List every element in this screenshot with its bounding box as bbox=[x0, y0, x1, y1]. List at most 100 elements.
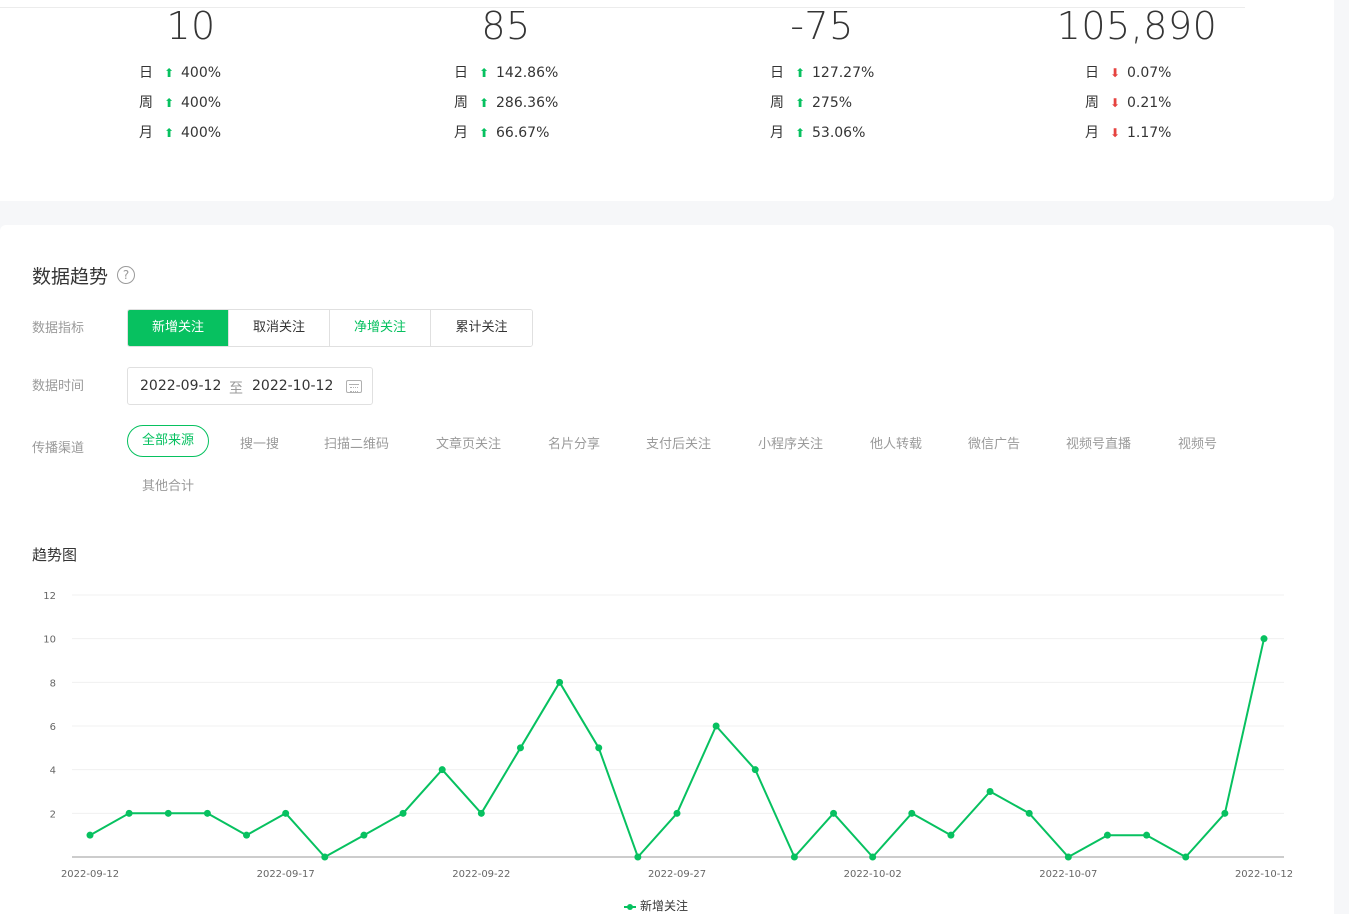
stat-change-row: 月 ⬆ 400% bbox=[139, 122, 221, 144]
calendar-icon[interactable] bbox=[346, 380, 362, 393]
data-point bbox=[869, 853, 877, 861]
data-point bbox=[947, 831, 955, 839]
data-point bbox=[321, 853, 329, 861]
x-tick-label: 2022-09-22 bbox=[452, 869, 510, 880]
data-point bbox=[516, 744, 524, 752]
period-label: 日 bbox=[454, 65, 468, 81]
arrow-down-icon: ⬇ bbox=[1109, 126, 1121, 140]
data-point bbox=[164, 809, 172, 817]
chart-legend[interactable]: 新增关注 bbox=[624, 897, 688, 914]
arrow-up-icon: ⬆ bbox=[794, 96, 806, 110]
stat-change-row: 日 ⬇ 0.07% bbox=[1085, 62, 1171, 84]
data-point bbox=[595, 744, 603, 752]
data-point bbox=[830, 809, 838, 817]
overview-card: 10 日 ⬆ 400% 周 ⬆ 400% 月 ⬆ 400% 85 日 ⬆ 142.86% 周 ⬆ 286.36%… bbox=[0, 0, 1334, 201]
channel-mini-program[interactable]: 小程序关注 bbox=[758, 433, 823, 452]
y-tick-label: 6 bbox=[50, 722, 56, 733]
period-label: 周 bbox=[770, 95, 784, 111]
arrow-up-icon: ⬆ bbox=[478, 96, 490, 110]
date-separator: 至 bbox=[229, 381, 243, 397]
change-percent: 286.36% bbox=[496, 95, 559, 111]
date-range-picker[interactable]: 2022-09-12 至 2022-10-12 bbox=[127, 367, 373, 405]
data-point bbox=[908, 809, 916, 817]
stat-value: 105,890 bbox=[1056, 4, 1218, 48]
channel-label: 传播渠道 bbox=[32, 441, 85, 456]
channel-after-pay[interactable]: 支付后关注 bbox=[646, 433, 711, 452]
data-point bbox=[477, 809, 485, 817]
channel-search[interactable]: 搜一搜 bbox=[240, 433, 279, 452]
channel-channels-live[interactable]: 视频号直播 bbox=[1066, 433, 1131, 452]
series-line bbox=[89, 638, 1265, 858]
data-point bbox=[1182, 853, 1190, 861]
channel-other[interactable]: 其他合计 bbox=[142, 475, 194, 494]
metric-tab-new[interactable]: 新增关注 bbox=[128, 310, 229, 346]
metric-tab-net[interactable]: 净增关注 bbox=[330, 310, 431, 346]
change-percent: 53.06% bbox=[812, 125, 866, 141]
data-point bbox=[203, 809, 211, 817]
channel-repost[interactable]: 他人转载 bbox=[870, 433, 922, 452]
metric-label: 数据指标 bbox=[32, 321, 85, 336]
arrow-up-icon: ⬆ bbox=[163, 96, 175, 110]
channel-qrcode[interactable]: 扫描二维码 bbox=[324, 433, 389, 452]
metric-tabs: 新增关注 取消关注 净增关注 累计关注 bbox=[127, 309, 533, 347]
channel-all[interactable]: 全部来源 bbox=[127, 425, 210, 457]
trend-card: 数据趋势 ? 数据指标 新增关注 取消关注 净增关注 累计关注 数据时间 202… bbox=[0, 225, 1334, 914]
y-tick-label: 4 bbox=[50, 766, 56, 777]
section-title: 数据趋势 bbox=[32, 266, 109, 288]
x-tick-label: 2022-09-17 bbox=[257, 869, 315, 880]
channel-card-share[interactable]: 名片分享 bbox=[548, 433, 600, 452]
arrow-up-icon: ⬆ bbox=[794, 66, 806, 80]
change-percent: 1.17% bbox=[1127, 125, 1172, 141]
stat-change-row: 日 ⬆ 142.86% bbox=[454, 62, 558, 84]
help-icon[interactable]: ? bbox=[117, 266, 135, 284]
data-point bbox=[1064, 853, 1072, 861]
time-label: 数据时间 bbox=[32, 379, 85, 394]
channel-wechat-ad[interactable]: 微信广告 bbox=[968, 433, 1020, 452]
y-tick-label: 8 bbox=[50, 678, 56, 689]
y-tick-label: 2 bbox=[50, 809, 56, 820]
data-point bbox=[243, 831, 251, 839]
period-label: 月 bbox=[770, 125, 784, 141]
data-point bbox=[751, 766, 759, 774]
trend-line-chart: 2 4 6 8 10 12 2022-09-12 2022-09-17 2022-09-22 20… bbox=[43, 591, 1293, 880]
date-end[interactable]: 2022-10-12 bbox=[252, 378, 333, 394]
arrow-down-icon: ⬇ bbox=[1109, 96, 1121, 110]
x-tick-label: 2022-10-07 bbox=[1039, 869, 1097, 880]
period-label: 周 bbox=[139, 95, 153, 111]
change-percent: 275% bbox=[812, 95, 853, 111]
data-point bbox=[1103, 831, 1111, 839]
data-point bbox=[634, 853, 642, 861]
date-start[interactable]: 2022-09-12 bbox=[140, 378, 221, 394]
change-percent: 66.67% bbox=[496, 125, 550, 141]
x-tick-label: 2022-10-02 bbox=[844, 869, 902, 880]
change-percent: 400% bbox=[181, 65, 222, 81]
arrow-up-icon: ⬆ bbox=[163, 66, 175, 80]
x-tick-label: 2022-10-12 bbox=[1235, 869, 1293, 880]
data-point bbox=[1260, 635, 1268, 643]
y-tick-label: 12 bbox=[43, 591, 56, 602]
metric-tab-cancel[interactable]: 取消关注 bbox=[229, 310, 330, 346]
change-percent: 400% bbox=[181, 95, 222, 111]
stat-change-row: 日 ⬆ 400% bbox=[139, 62, 221, 84]
period-label: 日 bbox=[139, 65, 153, 81]
change-percent: 0.07% bbox=[1127, 65, 1172, 81]
channel-article[interactable]: 文章页关注 bbox=[436, 433, 501, 452]
data-point bbox=[556, 678, 564, 686]
data-point bbox=[360, 831, 368, 839]
x-tick-label: 2022-09-12 bbox=[61, 869, 119, 880]
channel-channels[interactable]: 视频号 bbox=[1178, 433, 1217, 452]
metric-tab-total[interactable]: 累计关注 bbox=[431, 310, 532, 346]
change-percent: 0.21% bbox=[1127, 95, 1172, 111]
arrow-down-icon: ⬇ bbox=[1109, 66, 1121, 80]
chart-title: 趋势图 bbox=[32, 546, 78, 564]
period-label: 月 bbox=[1085, 125, 1099, 141]
data-point bbox=[125, 809, 133, 817]
period-label: 月 bbox=[139, 125, 153, 141]
change-percent: 142.86% bbox=[496, 65, 559, 81]
period-label: 周 bbox=[1085, 95, 1099, 111]
stat-change-row: 周 ⬆ 400% bbox=[139, 92, 221, 114]
data-point bbox=[438, 766, 446, 774]
arrow-up-icon: ⬆ bbox=[163, 126, 175, 140]
data-point bbox=[282, 809, 290, 817]
change-percent: 400% bbox=[181, 125, 222, 141]
